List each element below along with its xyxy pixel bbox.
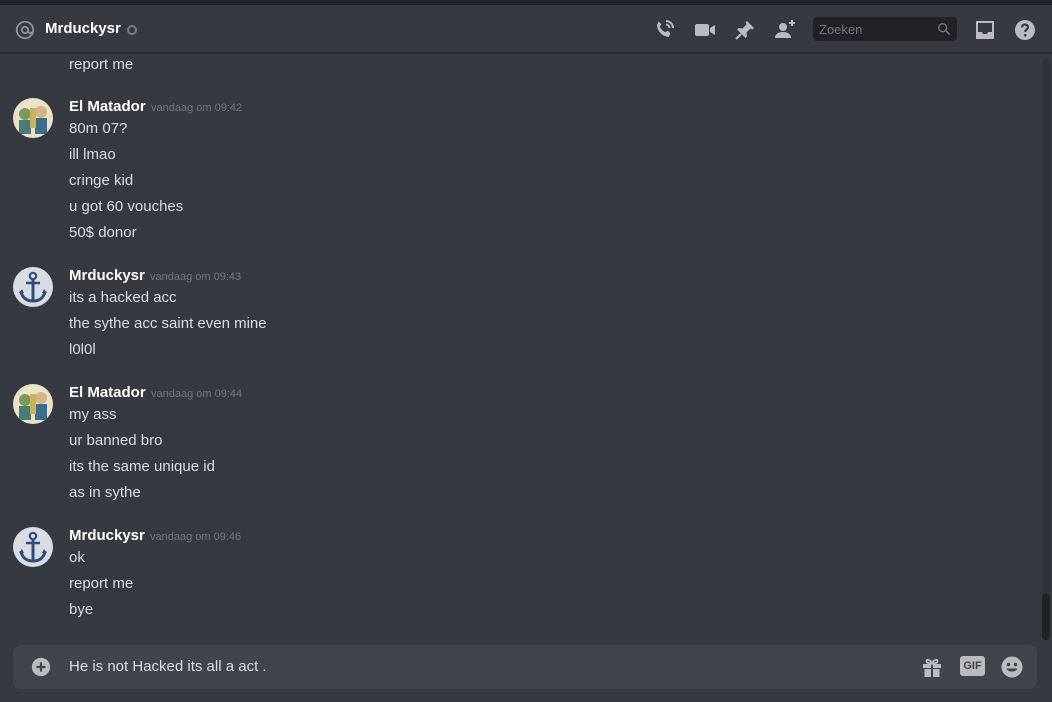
search-icon bbox=[938, 23, 951, 36]
message-line: my ass bbox=[69, 406, 117, 423]
message-author[interactable]: Mrduckysr bbox=[69, 267, 145, 284]
message-author[interactable]: El Matador bbox=[69, 98, 146, 115]
avatar-mrduckysr[interactable] bbox=[13, 267, 53, 307]
inbox-icon[interactable] bbox=[973, 18, 997, 42]
message-author[interactable]: Mrduckysr bbox=[69, 527, 145, 544]
message-input[interactable]: He is not Hacked its all a act . bbox=[69, 658, 267, 675]
message-composer[interactable]: He is not Hacked its all a act . GIF bbox=[13, 645, 1037, 689]
message-author[interactable]: El Matador bbox=[69, 384, 146, 401]
message-line: ok bbox=[69, 549, 85, 566]
call-icon[interactable] bbox=[652, 18, 676, 42]
avatar-el-matador[interactable] bbox=[13, 384, 53, 424]
message-timestamp: vandaag om 09:46 bbox=[150, 531, 242, 543]
add-friend-icon[interactable] bbox=[773, 18, 797, 42]
pin-icon[interactable] bbox=[733, 18, 757, 42]
scrollbar-track[interactable] bbox=[1042, 58, 1050, 640]
gif-label: GIF bbox=[963, 660, 982, 672]
message-line: report me bbox=[69, 56, 134, 73]
video-icon[interactable] bbox=[693, 18, 717, 42]
dm-recipient-name: Mrduckysr bbox=[45, 20, 121, 37]
message-line: 50$ donor bbox=[69, 224, 137, 241]
search-input[interactable]: Zoeken bbox=[813, 17, 957, 41]
message-line: as in sythe bbox=[69, 484, 141, 501]
scrollbar-thumb[interactable] bbox=[1042, 594, 1050, 640]
message-line: ur banned bro bbox=[69, 432, 163, 449]
message-line: cringe kid bbox=[69, 172, 134, 189]
message-list: report me El Matador vandaag om 09:42 80… bbox=[0, 54, 1040, 642]
search-placeholder: Zoeken bbox=[819, 22, 863, 37]
gif-icon[interactable]: GIF bbox=[960, 656, 985, 676]
avatar-mrduckysr[interactable] bbox=[13, 527, 53, 567]
message-timestamp: vandaag om 09:44 bbox=[151, 388, 243, 400]
message-line: l0l0l bbox=[69, 341, 96, 358]
status-offline-icon bbox=[127, 25, 137, 35]
message-line: its a hacked acc bbox=[69, 289, 177, 306]
message-line: report me bbox=[69, 575, 134, 592]
message-line: its the same unique id bbox=[69, 458, 215, 475]
avatar-el-matador[interactable] bbox=[13, 98, 53, 138]
emoji-icon[interactable] bbox=[1000, 655, 1024, 679]
message-line: ill lmao bbox=[69, 146, 116, 163]
message-line: u got 60 vouches bbox=[69, 198, 184, 215]
message-timestamp: vandaag om 09:42 bbox=[151, 102, 243, 114]
message-line: 80m 07? bbox=[69, 120, 128, 137]
gift-icon[interactable] bbox=[920, 655, 944, 679]
help-icon[interactable] bbox=[1013, 18, 1037, 42]
channel-header: Mrduckysr Zoeken bbox=[0, 5, 1052, 53]
at-icon bbox=[15, 20, 35, 40]
message-line: bye bbox=[69, 601, 94, 618]
plus-circle-icon[interactable] bbox=[30, 656, 52, 678]
message-line: the sythe acc saint even mine bbox=[69, 315, 267, 332]
message-timestamp: vandaag om 09:43 bbox=[150, 271, 242, 283]
